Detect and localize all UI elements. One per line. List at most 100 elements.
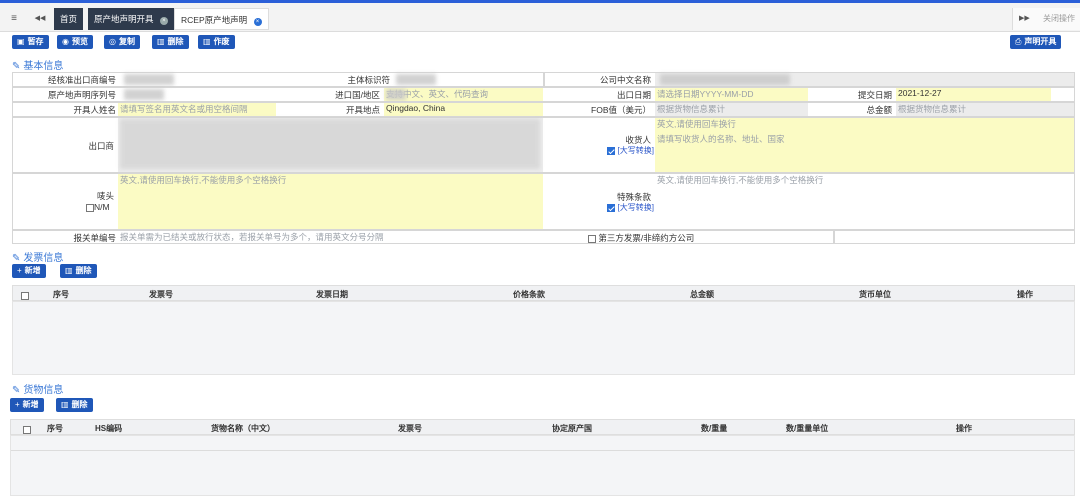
mark-nm-toggle[interactable]: N/M [86,202,118,212]
tab-rcep-declaration[interactable]: RCEP原产地声明 × [174,8,269,30]
divider [833,230,835,244]
goods-col-quantity-unit: 数/重量单位 [786,424,829,433]
save-icon: ▣ [17,37,25,46]
trash-icon: ▥ [157,37,165,46]
total-amount-label: 总金额 [866,105,892,115]
goods-title-text: 货物信息 [23,385,64,396]
consignee-uppercase-checkbox[interactable] [607,146,616,155]
customs-no-label: 报关单编号 [73,233,116,243]
third-party-label: 第三方发票/非缔约方公司 [598,233,695,243]
submit-date-field[interactable]: 2021-12-27 [896,88,1051,101]
edit-icon: ✎ [12,385,21,396]
basic-info-title-text: 基本信息 [23,61,64,72]
preview-button[interactable]: ◉ 预览 [57,35,93,49]
third-party-toggle[interactable]: 第三方发票/非缔约方公司 [588,232,694,244]
goods-col-invoice-no: 发票号 [398,424,422,433]
copy-button-label: 复制 [118,37,135,46]
goods-add-button[interactable]: + 新增 [10,398,44,412]
mark-nm-checkbox[interactable] [86,203,94,212]
copy-icon: ◎ [109,37,116,46]
save-button-label: 暂存 [27,37,44,46]
goods-table-header: 序号 HS编码 货物名称（中文） 发票号 协定原产国 数/重量 数/重量单位 操… [10,419,1075,435]
goods-col-index: 序号 [47,424,63,433]
export-date-label: 出口日期 [616,90,651,100]
invoice-delete-button[interactable]: ▥ 删除 [60,264,97,278]
plus-icon: + [17,266,22,275]
consignee-placeholder-line-2: 请填写收货人的名称、地址、国家 [657,134,785,144]
exporter-label: 出口商 [88,141,114,151]
consignee-uppercase-toggle[interactable]: [大写转换] [598,145,654,156]
close-operations[interactable]: ▶▶ 关闭操作 [1012,8,1080,30]
goods-col-origin: 协定原产国 [552,424,592,433]
consignee-placeholder-line-1: 英文,请使用回车换行 [657,119,736,129]
preview-button-label: 预览 [71,37,88,46]
invoice-col-total: 总金额 [690,290,714,299]
issuer-name-label: 开具人姓名 [73,105,116,115]
consignee-uppercase-link[interactable]: [大写转换] [618,146,654,155]
menu-icon[interactable]: ≡ [4,9,24,29]
issue-place-label: 开具地点 [345,105,380,115]
close-operations-label: 关闭操作 [1043,14,1075,23]
invoice-col-actions: 操作 [1017,290,1033,299]
declare-issue-button[interactable]: ⎙ 声明开具 [1010,35,1062,49]
total-amount-field[interactable]: 根据货物信息累计 [896,103,1074,116]
approved-exporter-no-label: 经核准出口商编号 [47,75,116,85]
save-button[interactable]: ▣ 暂存 [12,35,49,49]
tab-scroll-right-icon[interactable]: ▶▶ [1019,8,1030,30]
fob-field[interactable]: 根据货物信息累计 [655,103,808,116]
invoice-add-button[interactable]: + 新增 [12,264,46,278]
trash-icon: ▥ [65,266,73,275]
plus-icon: + [15,400,20,409]
invoice-table-body [12,301,1075,375]
subject-id-label: 主体标识符 [347,75,390,85]
void-button-label: 作废 [213,37,230,46]
company-cn-name-label: 公司中文名称 [599,75,651,85]
print-icon: ⎙ [1015,37,1022,46]
trash-icon: ▥ [61,400,69,409]
edit-icon: ✎ [12,253,21,264]
mark-nm-label: N/M [94,202,110,212]
delete-button[interactable]: ▥ 删除 [152,35,189,49]
special-terms-field[interactable]: 英文,请使用回车换行,不能使用多个空格换行 [655,174,1074,229]
consignee-field[interactable]: 英文,请使用回车换行 请填写收货人的名称、地址、国家 [655,118,1074,172]
redacted-company-name [660,74,790,85]
issue-place-field[interactable]: Qingdao, China [384,103,543,116]
copy-button[interactable]: ◎ 复制 [104,35,140,49]
invoice-col-currency: 货币单位 [859,290,891,299]
redacted-subject-id [396,74,436,85]
tab-rcep-declaration-label: RCEP原产地声明 [181,15,248,25]
tab-scroll-left-icon[interactable]: ◀◀ [30,9,50,29]
close-icon[interactable]: × [159,17,168,25]
redacted-country [386,89,406,100]
goods-col-actions: 操作 [956,424,972,433]
declaration-serial-label: 原产地声明序列号 [47,90,116,100]
fob-label: FOB值（美元） [591,105,651,115]
invoice-col-index: 序号 [53,290,69,299]
redacted-exporter [120,119,540,169]
export-date-field[interactable]: 请选择日期YYYY-MM-DD [655,88,808,101]
third-party-checkbox[interactable] [588,234,596,243]
redacted-exporter-no [124,74,174,85]
trash-icon: ▥ [203,37,211,46]
void-button[interactable]: ▥ 作废 [198,35,235,49]
invoice-table-header: 序号 发票号 发票日期 价格条款 总金额 货币单位 操作 [12,285,1075,301]
goods-col-quantity: 数/重量 [701,424,728,433]
import-country-field[interactable]: 支持中文、英文、代码查询 [384,88,543,101]
goods-delete-button[interactable]: ▥ 删除 [56,398,93,412]
special-terms-uppercase-link[interactable]: [大写转换] [618,203,654,212]
close-icon[interactable]: × [253,18,262,26]
redacted-serial [124,89,164,100]
customs-no-field[interactable]: 报关单需为已结关或放行状态，若报关单号为多个，请用英文分号分隔 [118,231,543,243]
special-terms-uppercase-checkbox[interactable] [607,203,616,212]
invoice-col-price-terms: 价格条款 [513,290,545,299]
special-terms-uppercase-toggle[interactable]: [大写转换] [598,202,654,213]
tab-declaration-issue[interactable]: 原产地声明开具 × [88,8,174,30]
import-country-label: 进口国/地区 [335,90,380,100]
submit-date-label: 提交日期 [857,90,892,100]
goods-table-body [10,435,1075,496]
tab-home[interactable]: 首页 [54,8,84,30]
edit-icon: ✎ [12,61,21,72]
issuer-name-field[interactable]: 请填写签名用英文名或用空格间隔 [118,103,276,116]
goods-col-hs-code: HS编码 [95,424,123,433]
mark-field[interactable]: 英文,请使用回车换行,不能使用多个空格换行 [118,174,543,229]
